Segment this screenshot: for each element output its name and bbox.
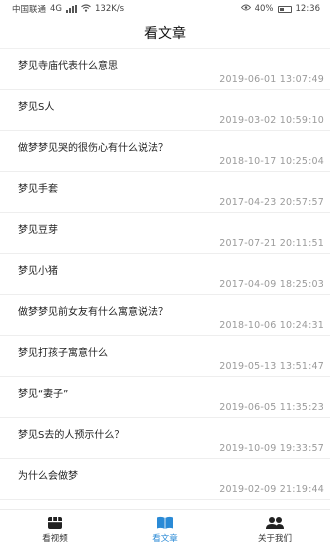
battery-percent: 40% [254, 4, 274, 14]
article-title: 梦见S去的人预示什么？ [18, 430, 125, 441]
bottom-tab-bar: 看视频 看文章 关于我们 [0, 509, 330, 550]
article-item[interactable]: 梦见豆芽 2017-07-21 20:11:51 [0, 213, 330, 254]
article-date: 2017-07-21 20:11:51 [219, 238, 324, 249]
tab-about[interactable]: 关于我们 [220, 510, 330, 550]
article-date: 2019-06-01 13:07:49 [219, 74, 324, 85]
people-icon [265, 516, 285, 530]
article-item[interactable]: 做梦梦见前女友有什么寓意说法？ 2018-10-06 10:24:31 [0, 295, 330, 336]
battery-icon [277, 5, 292, 13]
article-date: 2019-02-09 21:19:44 [219, 484, 324, 495]
article-date: 2019-10-09 19:33:57 [219, 443, 324, 454]
article-title: 梦见小猪 [18, 266, 58, 277]
signal-icon [66, 5, 78, 13]
article-title: 梦见打孩子寓意什么 [18, 348, 108, 359]
article-date: 2018-10-06 10:24:31 [219, 320, 324, 331]
status-bar: 中国联通 4G 132K/s 40% 12:36 [0, 0, 330, 18]
article-item[interactable]: 梦见手套 2017-04-23 20:57:57 [0, 172, 330, 213]
article-date: 2019-05-13 13:51:47 [219, 361, 324, 372]
speed-label: 132K/s [95, 4, 125, 14]
article-title: 梦见“妻子” [18, 389, 69, 400]
article-date: 2019-06-05 11:35:23 [219, 402, 324, 413]
status-left: 中国联通 4G 132K/s [12, 3, 124, 15]
article-item[interactable]: 梦见“妻子” 2019-06-05 11:35:23 [0, 377, 330, 418]
article-item[interactable]: 为什么会做梦 2019-02-09 21:19:44 [0, 459, 330, 500]
wifi-icon [81, 3, 91, 15]
article-title: 梦见S人 [18, 102, 55, 113]
article-item[interactable]: 梦见打孩子寓意什么 2019-05-13 13:51:47 [0, 336, 330, 377]
article-item[interactable]: 梦见寺庙代表什么意思 2019-06-01 13:07:49 [0, 49, 330, 90]
article-date: 2018-10-17 10:25:04 [219, 156, 324, 167]
network-label: 4G [50, 4, 63, 14]
article-title: 梦见手套 [18, 184, 58, 195]
tab-label: 看文章 [152, 534, 178, 544]
eye-icon [240, 4, 251, 14]
article-date: 2017-04-23 20:57:57 [219, 197, 324, 208]
article-date: 2017-04-09 18:25:03 [219, 279, 324, 290]
clock: 12:36 [295, 4, 321, 14]
tab-video[interactable]: 看视频 [0, 510, 110, 550]
carrier-label: 中国联通 [12, 5, 47, 15]
article-title: 为什么会做梦 [18, 471, 78, 482]
video-box-icon [47, 516, 63, 530]
status-right: 40% 12:36 [240, 4, 321, 14]
article-list[interactable]: 梦见寺庙代表什么意思 2019-06-01 13:07:49 梦见S人 2019… [0, 49, 330, 510]
article-title: 做梦梦见哭的很伤心有什么说法？ [18, 143, 168, 154]
article-title: 梦见豆芽 [18, 225, 58, 236]
article-title: 梦见寺庙代表什么意思 [18, 61, 118, 72]
book-icon [156, 516, 174, 530]
tab-article[interactable]: 看文章 [110, 510, 220, 550]
article-item[interactable]: 梦见S去的人预示什么？ 2019-10-09 19:33:57 [0, 418, 330, 459]
article-item[interactable]: 梦见小猪 2017-04-09 18:25:03 [0, 254, 330, 295]
page-header: 看文章 [0, 18, 330, 49]
article-item[interactable]: 梦见S人 2019-03-02 10:59:10 [0, 90, 330, 131]
article-item[interactable]: 做梦梦见哭的很伤心有什么说法？ 2018-10-17 10:25:04 [0, 131, 330, 172]
article-date: 2019-03-02 10:59:10 [219, 115, 324, 126]
page-title: 看文章 [144, 26, 186, 42]
tab-label: 看视频 [42, 534, 68, 544]
tab-label: 关于我们 [257, 534, 292, 544]
article-title: 做梦梦见前女友有什么寓意说法？ [18, 307, 168, 318]
